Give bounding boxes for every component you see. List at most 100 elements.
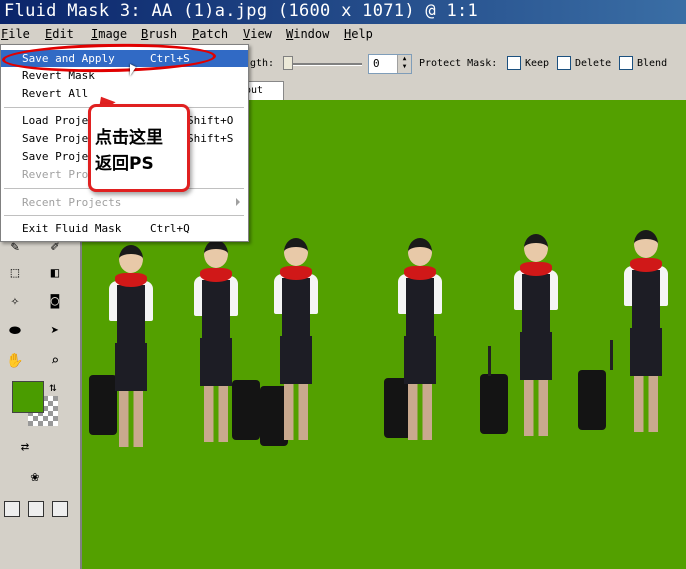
view-full-icon[interactable] [52,501,68,517]
figure-4 [384,238,444,458]
annotation-callout: 点击这里 返回PS [88,104,190,192]
suitcase-handle [488,346,491,376]
menu-patch-rest: atch [199,27,229,41]
figure-3 [260,238,320,448]
blend-label: Blend [637,58,668,69]
menu-image-rest: mage [98,27,128,41]
figure-skirt [630,328,662,376]
hand-icon[interactable]: ✋ [4,350,26,372]
figure-1 [89,245,155,455]
suitcase [480,374,508,434]
fill-icon[interactable]: ◧ [44,262,66,284]
pointer-icon[interactable]: ➤ [44,320,66,342]
delete-label: Delete [575,58,612,69]
strength-slider-thumb[interactable] [283,56,293,70]
strength-value: 0 [373,57,380,70]
keep-label: Keep [525,58,550,69]
menu-item-shortcut: Shift+S [187,132,234,145]
person-swap-icon[interactable]: ⇄ [14,436,36,458]
figure-scarf [520,262,552,276]
window-title: Fluid Mask 3: AA (1)a.jpg (1600 x 1071) … [4,1,479,21]
menu-view-rest: iew [250,27,272,41]
figure-legs [408,384,432,440]
figure-scarf [200,268,232,282]
figure-head [524,234,548,262]
figure-legs [119,391,143,447]
menu-edit-rest: dit [52,27,74,41]
suitcase-handle [610,340,613,370]
menu-item-shortcut: Shift+O [187,114,234,127]
menu-edit[interactable]: Edit [45,27,74,41]
annotation-line-2: 返回PS [95,154,154,174]
figure-legs [204,386,228,442]
menu-bar: File Edit Image Brush Patch View Window … [0,24,686,44]
suitcase [89,375,117,435]
figure-2 [192,240,260,450]
foreground-color-swatch[interactable] [12,381,44,413]
magic-icon[interactable]: ✧ [4,290,26,312]
figure-vest [282,278,310,338]
menu-item-label: Recent Projects [22,196,122,209]
figure-head [204,240,228,268]
strength-slider-track[interactable] [284,63,362,66]
view-single-icon[interactable] [4,501,20,517]
blend-checkbox[interactable] [619,56,633,70]
menu-file[interactable]: File [1,27,30,41]
figure-head [408,238,432,266]
figure-5 [480,234,560,454]
figure-legs [284,384,308,440]
figure-vest [202,280,230,340]
delete-checkbox[interactable] [557,56,571,70]
figure-vest [117,285,145,345]
figure-scarf [404,266,436,280]
figure-skirt [404,336,436,384]
camera-icon[interactable]: ◙ [44,290,66,312]
figure-skirt [115,343,147,391]
menu-item-exit[interactable]: Exit Fluid Mask Ctrl+Q [1,220,248,237]
menu-patch[interactable]: Patch [192,27,228,41]
figure-scarf [115,273,147,287]
mouse-cursor-icon [130,64,136,76]
figure-scarf [280,266,312,280]
palette-icon[interactable]: ❀ [24,466,46,488]
figure-vest [406,278,434,338]
menu-image[interactable]: Image [91,27,127,41]
eraser-icon[interactable]: ⬬ [4,320,26,342]
menu-window-rest: indow [293,27,330,41]
strength-label: gth: [250,58,275,69]
title-bar: Fluid Mask 3: AA (1)a.jpg (1600 x 1071) … [0,0,686,24]
menu-file-rest: ile [8,27,30,41]
figure-skirt [280,336,312,384]
strength-spinbox[interactable]: 0 ▲ ▼ [368,54,412,74]
figure-scarf [630,258,662,272]
menu-item-recent-projects[interactable]: Recent Projects [1,194,248,211]
menu-item-label: Revert All [22,87,89,100]
protect-mask-label: Protect Mask: [419,58,498,69]
suitcase [232,380,260,440]
figure-legs [634,376,658,432]
keep-checkbox[interactable] [507,56,521,70]
figure-head [634,230,658,258]
menu-brush[interactable]: Brush [141,27,177,41]
menu-help-rest: elp [351,27,373,41]
zoom-icon[interactable]: ⌕ [44,350,66,372]
view-split-icon[interactable] [28,501,44,517]
menu-view[interactable]: View [243,27,272,41]
figure-vest [632,270,660,330]
swap-arrows-icon[interactable]: ⇅ [42,376,64,398]
menu-item-revert-all[interactable]: Revert All [1,85,248,102]
figure-skirt [520,332,552,380]
menu-item-label: Exit Fluid Mask [22,222,122,235]
menu-help[interactable]: Help [344,27,373,41]
figure-head [119,245,143,273]
figure-skirt [200,338,232,386]
menu-window[interactable]: Window [286,27,329,41]
menu-item-shortcut: Ctrl+Q [150,222,190,235]
annotation-line-1: 点击这里 [95,128,163,148]
figure-6 [578,230,670,460]
menu-separator [4,215,244,216]
select-rect-icon[interactable]: ⬚ [4,262,26,284]
spin-arrows-icon[interactable]: ▲ ▼ [397,55,411,73]
submenu-arrow-icon [236,198,240,206]
suitcase [578,370,606,430]
